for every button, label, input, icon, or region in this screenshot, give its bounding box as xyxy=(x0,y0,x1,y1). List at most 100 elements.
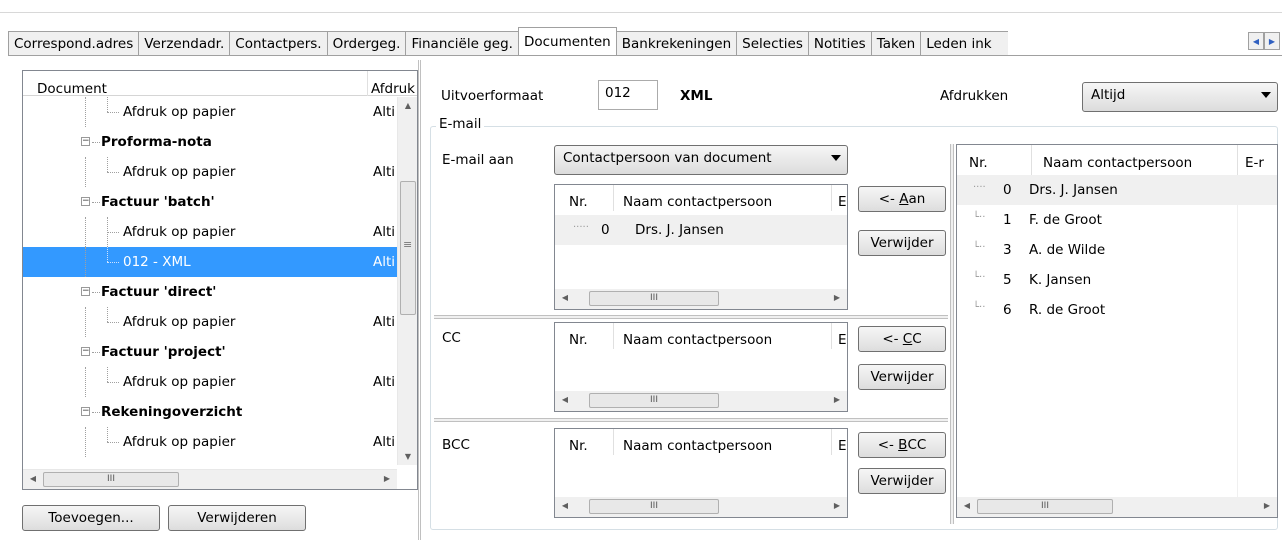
print-select[interactable]: Altijd xyxy=(1082,82,1278,112)
tree-item-row[interactable]: Afdruk op papier Alti xyxy=(23,367,397,397)
contact-row[interactable]: └·· 1 F. de Groot xyxy=(957,205,1277,235)
collapse-icon[interactable]: − xyxy=(81,137,90,146)
tab-taken[interactable]: Taken xyxy=(870,31,921,55)
tab-verzendadr[interactable]: Verzendadr. xyxy=(138,31,230,55)
col-email[interactable]: E-r xyxy=(1245,155,1264,171)
tree-hscroll-thumb[interactable]: III xyxy=(43,472,179,487)
scroll-left-icon[interactable]: ◀ xyxy=(557,395,573,404)
bcc-hscrollbar[interactable]: ◀ III ▶ xyxy=(555,497,847,517)
contact-row[interactable]: └·· 5 K. Jansen xyxy=(957,265,1277,295)
scroll-left-icon[interactable]: ◀ xyxy=(25,474,41,483)
tab-leden-ink[interactable]: Leden ink xyxy=(920,31,1009,55)
tab-correspond-adres[interactable]: Correspond.adres xyxy=(8,31,139,55)
scroll-right-icon[interactable]: ▶ xyxy=(829,395,845,404)
tree-item-row[interactable]: 012 - XML Alti xyxy=(23,247,397,277)
collapse-icon[interactable]: − xyxy=(81,347,90,356)
tree-item-row[interactable]: Afdruk op papier Alti xyxy=(23,427,397,457)
tree-horizontal-scrollbar[interactable]: ◀ III ▶ xyxy=(23,469,397,489)
bcc-list[interactable]: Nr. Naam contactpersoon E ◀ III ▶ xyxy=(554,428,848,518)
format-code-field[interactable]: 012 xyxy=(598,80,658,110)
scroll-right-icon[interactable]: ▶ xyxy=(829,501,845,510)
tree-group-row[interactable]: − Factuur 'batch' xyxy=(23,187,397,217)
tab-selecties[interactable]: Selecties xyxy=(736,31,808,55)
tab-ordergeg[interactable]: Ordergeg. xyxy=(326,31,406,55)
splitter-bcc[interactable] xyxy=(434,418,948,422)
cc-list[interactable]: Nr. Naam contactpersoon E ◀ III ▶ xyxy=(554,322,848,412)
hscroll-thumb[interactable]: III xyxy=(589,499,719,514)
btn-prefix: <- xyxy=(882,331,903,347)
email-to-row[interactable]: ····· 0 Drs. J. Jansen xyxy=(555,215,847,245)
scroll-right-icon[interactable]: ▶ xyxy=(1259,501,1275,510)
remove-cc-button[interactable]: Verwijder xyxy=(858,364,946,390)
tab-financiele-geg[interactable]: Financiële geg. xyxy=(405,31,518,55)
add-document-button[interactable]: Toevoegen... xyxy=(22,505,160,531)
col-name[interactable]: Naam contactpersoon xyxy=(1043,155,1192,171)
email-to-select[interactable]: Contactpersoon van document xyxy=(554,145,848,175)
scroll-right-icon[interactable]: ▶ xyxy=(829,293,845,302)
contact-row[interactable]: └·· 6 R. de Groot xyxy=(957,295,1277,325)
collapse-icon[interactable]: − xyxy=(81,407,90,416)
add-to-button[interactable]: <- Aan xyxy=(858,186,946,212)
remove-bcc-button[interactable]: Verwijder xyxy=(858,468,946,494)
remove-to-button[interactable]: Verwijder xyxy=(858,230,946,256)
add-bcc-button[interactable]: <- B CC xyxy=(858,432,946,458)
contact-row[interactable]: ···· 0 Drs. J. Jansen xyxy=(957,175,1277,205)
email-to-list[interactable]: Nr. Naam contactpersoon E ····· 0 Drs. J… xyxy=(554,184,848,310)
tree-item-row[interactable]: Afdruk op papier Alti xyxy=(23,157,397,187)
add-cc-button[interactable]: <- CC xyxy=(858,326,946,352)
btn-key: C xyxy=(902,331,913,347)
contacts-list[interactable]: Nr. Naam contactpersoon E-r ···· 0 Drs. J.… xyxy=(956,144,1278,518)
collapse-icon[interactable]: − xyxy=(81,197,90,206)
contact-name: R. de Groot xyxy=(1029,302,1106,318)
scroll-left-icon[interactable]: ◀ xyxy=(557,501,573,510)
scroll-left-icon[interactable]: ◀ xyxy=(959,501,975,510)
tree-item-row[interactable]: Afdruk op papier Alti xyxy=(23,97,397,127)
tab-notities[interactable]: Notities xyxy=(807,31,871,55)
scroll-right-icon[interactable]: ▶ xyxy=(379,474,395,483)
tab-scroll-right-icon[interactable]: ▶ xyxy=(1264,32,1280,50)
tree-item-row[interactable]: Afdruk op papier Alti xyxy=(23,217,397,247)
tree-group-row[interactable]: − Proforma-nota xyxy=(23,127,397,157)
col-nr[interactable]: Nr. xyxy=(569,438,588,454)
col-name[interactable]: Naam contactpersoon xyxy=(623,438,772,454)
email-to-hscrollbar[interactable]: ◀ III ▶ xyxy=(555,289,847,309)
contact-row[interactable]: └·· 3 A. de Wilde xyxy=(957,235,1277,265)
remove-document-button[interactable]: Verwijderen xyxy=(168,505,306,531)
scroll-down-icon[interactable]: ▼ xyxy=(400,452,416,461)
hscroll-thumb[interactable]: III xyxy=(977,499,1113,514)
tab-documenten[interactable]: Documenten xyxy=(517,27,617,55)
tree-row-value: Alti xyxy=(373,314,396,330)
tree-group-row[interactable]: − Factuur 'direct' xyxy=(23,277,397,307)
col-email[interactable]: E xyxy=(838,332,847,348)
tree-col-document[interactable]: Document xyxy=(37,81,107,97)
contacts-hscrollbar[interactable]: ◀ III ▶ xyxy=(957,497,1277,517)
hscroll-thumb[interactable]: III xyxy=(589,393,719,408)
col-email[interactable]: E xyxy=(838,438,847,454)
splitter-cc[interactable] xyxy=(434,315,948,319)
col-nr[interactable]: Nr. xyxy=(969,155,988,171)
collapse-icon[interactable]: − xyxy=(81,287,90,296)
tree-vscroll-thumb[interactable]: ≡ xyxy=(400,181,416,315)
tree-col-afdruk[interactable]: Afdruk xyxy=(371,81,415,97)
tab-bankrekeningen[interactable]: Bankrekeningen xyxy=(616,31,737,55)
scroll-left-icon[interactable]: ◀ xyxy=(557,293,573,302)
scroll-up-icon[interactable]: ▲ xyxy=(400,101,416,110)
col-email[interactable]: E xyxy=(838,194,847,210)
panel-splitter[interactable] xyxy=(418,60,421,540)
tree-group-row[interactable]: − Rekeningoverzicht xyxy=(23,397,397,427)
document-tree[interactable]: Document Afdruk Afdruk op papier Alti − Pro… xyxy=(22,70,418,490)
hscroll-thumb[interactable]: III xyxy=(589,291,719,306)
tab-contactpers[interactable]: Contactpers. xyxy=(229,31,327,55)
tree-group-row[interactable]: − Factuur 'project' xyxy=(23,337,397,367)
contact-nr: 5 xyxy=(1003,272,1012,288)
cc-hscrollbar[interactable]: ◀ III ▶ xyxy=(555,391,847,411)
tree-row-label: Afdruk op papier xyxy=(123,104,236,120)
col-name[interactable]: Naam contactpersoon xyxy=(623,332,772,348)
col-nr[interactable]: Nr. xyxy=(569,332,588,348)
col-nr[interactable]: Nr. xyxy=(569,194,588,210)
tab-scroll-left-icon[interactable]: ◀ xyxy=(1248,32,1264,50)
tree-item-row[interactable]: Afdruk op papier Alti xyxy=(23,307,397,337)
col-name[interactable]: Naam contactpersoon xyxy=(623,194,772,210)
tree-vertical-scrollbar[interactable]: ▲ ≡ ▼ xyxy=(397,97,417,465)
splitter-contacts[interactable] xyxy=(950,144,954,524)
